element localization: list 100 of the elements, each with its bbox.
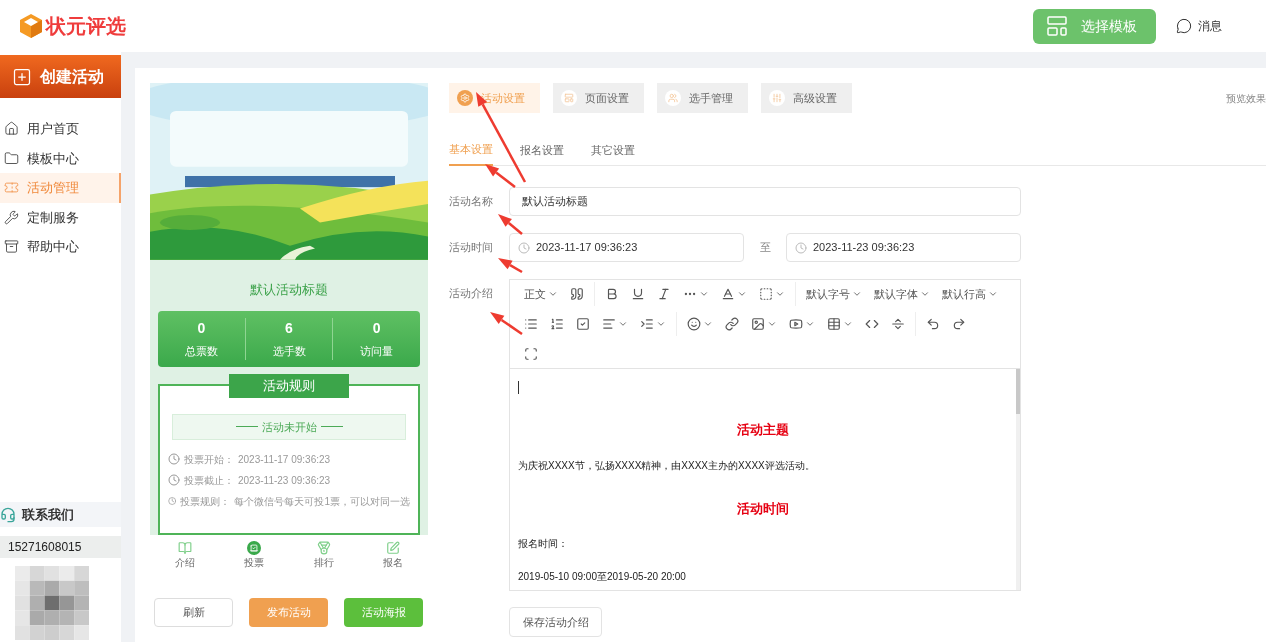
- sidebar-item[interactable]: 模板中心: [0, 143, 121, 173]
- create-activity-button[interactable]: 创建活动: [0, 55, 121, 98]
- toolbar-icon: [865, 317, 879, 331]
- toolbar-icon: [605, 287, 619, 301]
- toolbar-icon: [524, 317, 538, 331]
- caret-icon: [618, 319, 628, 329]
- format-dropdown[interactable]: 正文: [518, 281, 564, 307]
- logo-icon: [20, 14, 42, 38]
- toolbar-icon: [550, 317, 564, 331]
- toolbar-icon: [687, 317, 701, 331]
- toolbar-icon: [524, 347, 538, 361]
- field-label: 活动时间: [449, 240, 494, 256]
- template-icon: [1045, 14, 1069, 38]
- caret-icon: [852, 289, 862, 299]
- menu-icon: [4, 121, 19, 137]
- toolbar-icon: [827, 317, 841, 331]
- tab-icon: [564, 93, 574, 103]
- stat-label: 总票数: [184, 344, 218, 360]
- bottom-nav-item[interactable]: 排行: [289, 535, 359, 575]
- message-icon: [1176, 18, 1192, 34]
- rule-value: 2023-11-17 09:36:23: [238, 453, 331, 467]
- menu-icon: [4, 239, 19, 255]
- content-heading: 活动主题: [736, 421, 790, 439]
- caret-icon: [548, 289, 558, 299]
- start-date-field[interactable]: 2023-11-17 09:36:23: [509, 233, 744, 262]
- menu-icon: [4, 180, 19, 196]
- end-date-field[interactable]: 2023-11-23 09:36:23: [786, 233, 1021, 262]
- sidebar-item[interactable]: 帮助中心: [0, 232, 121, 262]
- stat-value: 0: [372, 319, 381, 339]
- field-label: 活动名称: [449, 194, 494, 210]
- field-label: 活动介绍: [449, 286, 494, 301]
- action-button[interactable]: 刷新: [154, 598, 233, 627]
- toolbar-icon: [789, 317, 803, 331]
- stat-label: 选手数: [272, 344, 306, 360]
- toolbar-icon: [570, 287, 584, 301]
- caret-icon: [767, 319, 777, 329]
- toolbar-icon: [751, 317, 765, 331]
- phone-number: 15271608015: [7, 539, 82, 556]
- caret-icon: [920, 289, 930, 299]
- settings-tab[interactable]: 选手管理: [657, 83, 748, 113]
- settings-tab[interactable]: 高级设置: [761, 83, 852, 113]
- sub-tab[interactable]: 报名设置: [520, 134, 564, 166]
- annotation-arrow: [498, 214, 523, 235]
- caret-icon: [656, 319, 666, 329]
- caret-icon: [988, 289, 998, 299]
- sidebar-item[interactable]: 定制服务: [0, 202, 121, 232]
- tab-icon: [460, 93, 470, 103]
- range-separator: 至: [758, 240, 772, 256]
- clock-icon: [795, 241, 807, 254]
- nav-icon: [386, 540, 401, 555]
- tab-icon: [772, 93, 782, 103]
- caret-icon: [699, 289, 709, 299]
- create-icon: [12, 66, 32, 87]
- bottom-nav-item[interactable]: 投票: [219, 535, 289, 575]
- headset-icon: [0, 506, 16, 523]
- toolbar-icon: [721, 287, 735, 301]
- rule-value: 2023-11-23 09:36:23: [238, 474, 331, 488]
- caret-icon: [843, 319, 853, 329]
- annotation-arrow: [498, 258, 523, 274]
- contact-title: 联系我们: [22, 505, 74, 524]
- content-paragraph: 为庆祝XXXX节，弘扬XXXX精神，由XXXX主办的XXXX评选活动。: [518, 458, 816, 473]
- format-dropdown[interactable]: 默认字体: [868, 281, 936, 307]
- settings-tab[interactable]: 页面设置: [553, 83, 644, 113]
- bottom-nav-item[interactable]: 介绍: [150, 535, 220, 575]
- save-intro-button[interactable]: 保存活动介绍: [509, 607, 602, 637]
- preview-link[interactable]: 预览效果: [1226, 90, 1266, 106]
- stat-value: 6: [285, 319, 293, 339]
- toolbar-icon: [759, 287, 773, 301]
- content-paragraph: 报名时间：: [518, 537, 569, 551]
- name-field[interactable]: 默认活动标题: [509, 187, 1021, 216]
- sub-tab[interactable]: 其它设置: [591, 134, 635, 166]
- caret-icon: [703, 319, 713, 329]
- rule-label: 投票开始：: [184, 453, 234, 467]
- sidebar-item[interactable]: 用户首页: [0, 114, 121, 144]
- bottom-nav-item[interactable]: 报名: [358, 535, 428, 575]
- toolbar-icon: [640, 317, 654, 331]
- activity-title: 默认活动标题: [249, 280, 329, 299]
- format-dropdown[interactable]: 默认行高: [936, 281, 1004, 307]
- format-dropdown[interactable]: 默认字号: [800, 281, 868, 307]
- menu-icon: [4, 150, 19, 166]
- toolbar-icon: [926, 317, 940, 331]
- logo-text: 状元评选: [46, 14, 126, 39]
- toolbar-icon: [576, 317, 590, 331]
- toolbar-icon: [725, 317, 739, 331]
- tab-icon: [668, 93, 678, 103]
- caret-icon: [775, 289, 785, 299]
- status-text: 活动未开始: [261, 419, 317, 435]
- clock-icon: [168, 474, 180, 487]
- nav-icon: [316, 540, 331, 555]
- stat-label: 访问量: [360, 344, 394, 360]
- stat-value: 0: [197, 319, 206, 339]
- nav-icon: [247, 540, 262, 555]
- clock-icon: [168, 453, 180, 466]
- messages-button[interactable]: 消息: [1176, 17, 1222, 35]
- caret-icon: [737, 289, 747, 299]
- toolbar-icon: [657, 287, 671, 301]
- rules-ribbon: 活动规则: [229, 374, 349, 398]
- rule-label: 投票规则：: [180, 495, 231, 509]
- menu-icon: [4, 209, 19, 225]
- toolbar-icon: [602, 317, 616, 331]
